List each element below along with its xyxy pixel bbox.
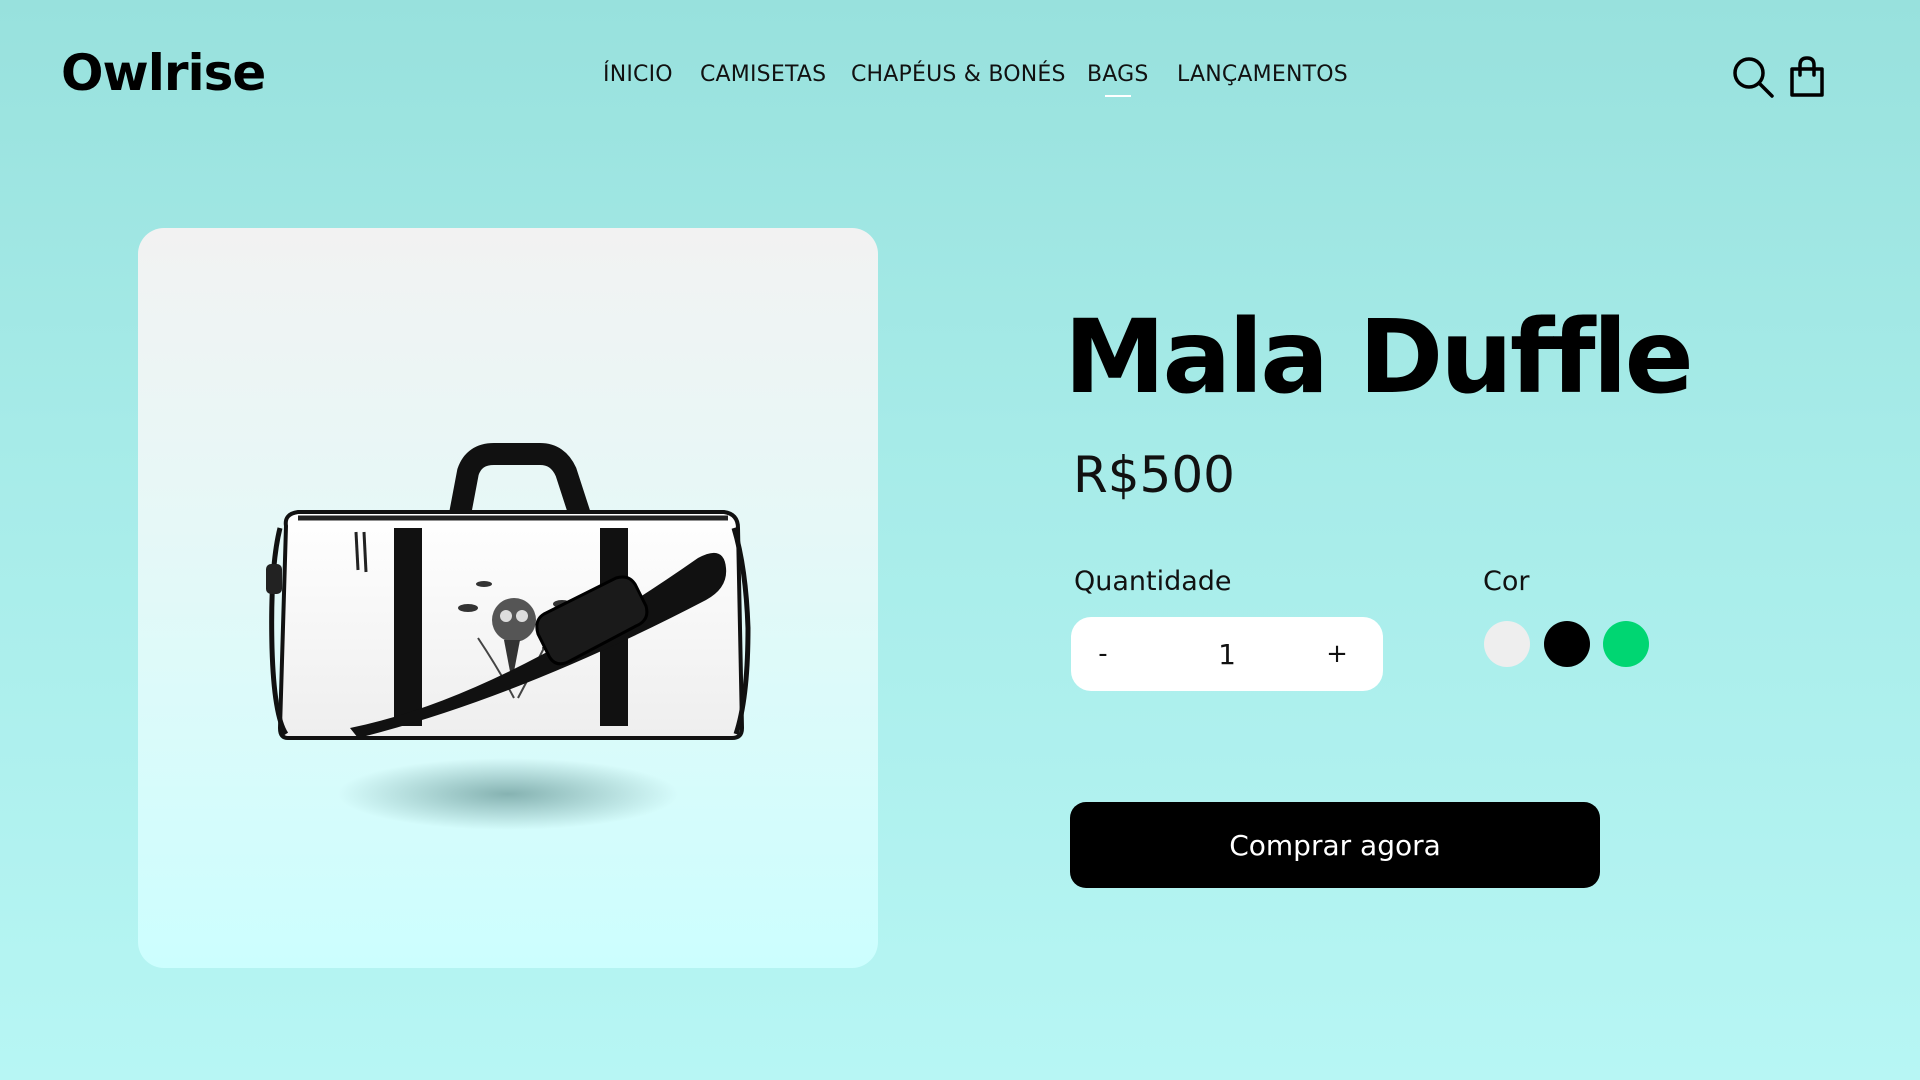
color-swatch-white[interactable]	[1484, 621, 1530, 667]
shopping-bag-icon[interactable]	[1784, 54, 1830, 100]
quantity-stepper: - 1 +	[1071, 617, 1383, 691]
nav-item-camisetas[interactable]: CAMISETAS	[700, 62, 826, 87]
product-image-card	[138, 228, 878, 968]
nav-item-inicio[interactable]: ÍNICIO	[603, 62, 673, 87]
nav-item-bags[interactable]: BAGS	[1087, 62, 1149, 97]
nav-item-chapeus-bones[interactable]: CHAPÉUS & BONÉS	[851, 62, 1066, 87]
logo[interactable]: Owlrise	[61, 44, 266, 102]
product-title: Mala Duffle	[1064, 298, 1694, 417]
color-swatch-green[interactable]	[1603, 621, 1649, 667]
duffle-bag-image	[266, 443, 751, 830]
quantity-value[interactable]: 1	[1181, 617, 1273, 691]
quantity-label: Quantidade	[1074, 566, 1232, 597]
search-icon[interactable]	[1730, 54, 1776, 100]
color-swatch-black[interactable]	[1544, 621, 1590, 667]
color-label: Cor	[1483, 566, 1530, 597]
product-price: R$500	[1073, 446, 1235, 504]
buy-now-button[interactable]: Comprar agora	[1070, 802, 1600, 888]
quantity-increase-button[interactable]: +	[1307, 617, 1367, 691]
nav-item-lancamentos[interactable]: LANÇAMENTOS	[1177, 62, 1348, 87]
quantity-decrease-button[interactable]: -	[1073, 617, 1133, 691]
